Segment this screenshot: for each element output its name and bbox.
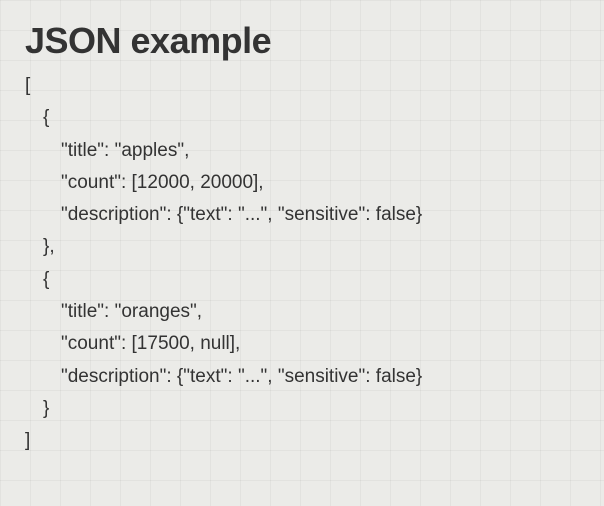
code-line: "count": [17500, null],	[25, 328, 579, 360]
code-line: [	[25, 70, 579, 102]
code-line: {	[25, 102, 579, 134]
code-line: "title": "oranges",	[25, 296, 579, 328]
code-line: ]	[25, 425, 579, 457]
code-line: }	[25, 393, 579, 425]
code-line: "title": "apples",	[25, 135, 579, 167]
page-title: JSON example	[25, 20, 579, 62]
code-line: },	[25, 231, 579, 263]
code-line: "description": {"text": "...", "sensitiv…	[25, 361, 579, 393]
code-line: "description": {"text": "...", "sensitiv…	[25, 199, 579, 231]
code-line: "count": [12000, 20000],	[25, 167, 579, 199]
code-line: {	[25, 264, 579, 296]
json-code-block: [ { "title": "apples", "count": [12000, …	[25, 70, 579, 458]
